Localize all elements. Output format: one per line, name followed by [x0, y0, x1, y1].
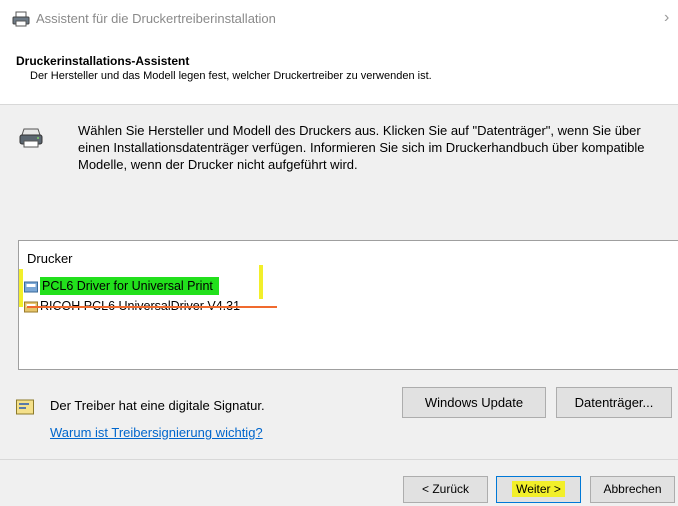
wizard-header: Druckerinstallations-Assistent Der Herst…: [0, 38, 678, 105]
signature-status: Der Treiber hat eine digitale Signatur.: [50, 398, 265, 413]
strikethrough-line: [27, 306, 277, 308]
list-column-header: Drucker: [27, 251, 73, 266]
certificate-icon: [16, 399, 34, 415]
page-subtitle: Der Hersteller und das Modell legen fest…: [30, 70, 432, 82]
close-chevron-icon[interactable]: ›: [664, 9, 669, 27]
page-title: Druckerinstallations-Assistent: [16, 54, 190, 68]
printer-icon: [12, 11, 30, 27]
signature-info-link[interactable]: Warum ist Treibersignierung wichtig?: [50, 425, 263, 440]
driver-icon: [24, 281, 38, 293]
instructions-text: Wählen Sie Hersteller und Modell des Dru…: [78, 123, 645, 172]
window-title: Assistent für die Druckertreiberinstalla…: [36, 11, 276, 26]
have-disk-button[interactable]: Datenträger...: [556, 387, 672, 418]
printer-icon: [19, 128, 43, 148]
back-button[interactable]: < Zurück: [403, 476, 488, 503]
windows-update-button[interactable]: Windows Update: [402, 387, 546, 418]
list-item-label: PCL6 Driver for Universal Print: [40, 277, 219, 295]
highlight-marker: [19, 269, 23, 307]
cancel-button[interactable]: Abbrechen: [590, 476, 675, 503]
highlight-marker: [259, 265, 263, 299]
printer-list[interactable]: Drucker PCL6 Driver for Universal Print …: [18, 240, 678, 370]
footer-divider: [0, 459, 678, 460]
list-item-pcl6-driver[interactable]: PCL6 Driver for Universal Print: [24, 277, 219, 295]
next-button-label: Weiter >: [512, 481, 565, 497]
next-button[interactable]: Weiter >: [496, 476, 581, 503]
title-bar: Assistent für die Druckertreiberinstalla…: [0, 0, 678, 38]
